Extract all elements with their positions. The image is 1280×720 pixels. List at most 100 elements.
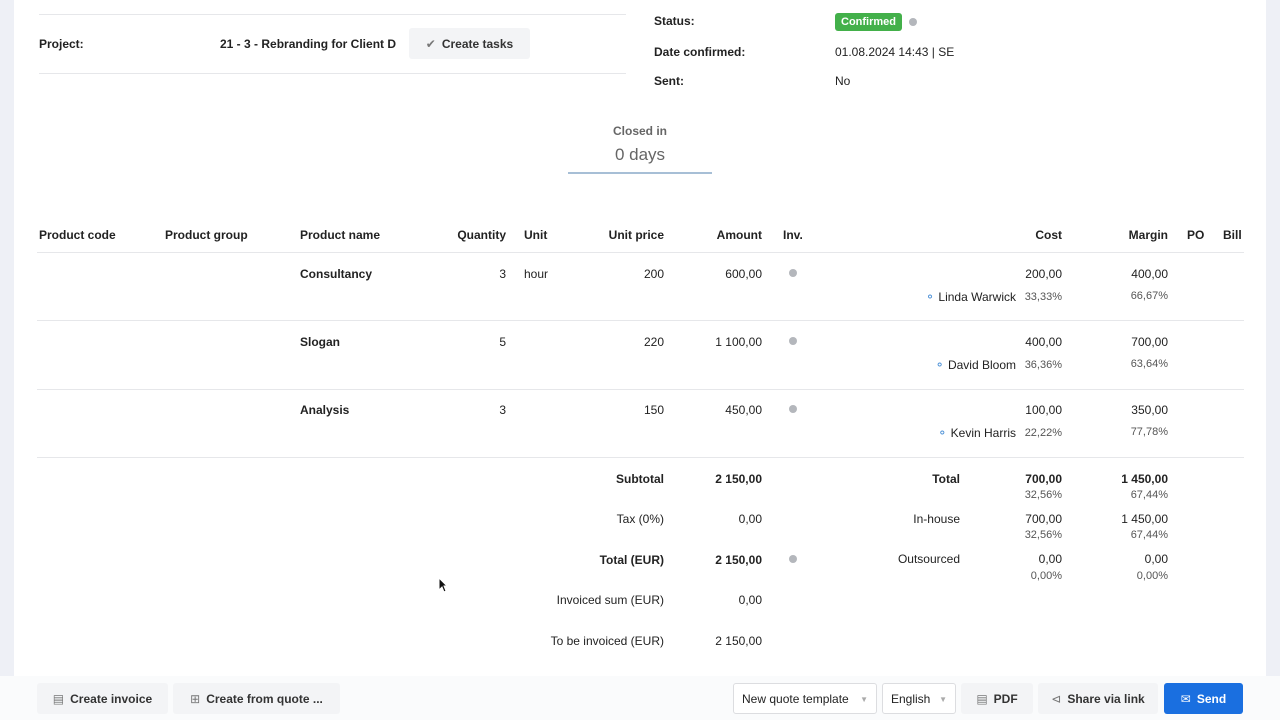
quantity: 3: [499, 267, 506, 281]
assignee[interactable]: ⚬ Linda Warwick: [900, 290, 1016, 304]
closed-in-label: Closed in: [612, 124, 667, 138]
cost-percent: 36,36%: [1024, 359, 1062, 371]
total-value: 2 150,00: [715, 553, 762, 567]
margin: 700,00: [1131, 335, 1168, 349]
outsourced-margin-percent: 0,00%: [1136, 570, 1168, 582]
send-button[interactable]: ✉ Send: [1164, 683, 1243, 714]
divider: [37, 457, 1244, 458]
total-status-icon: [789, 555, 797, 563]
outsourced-cost: 0,00: [1038, 552, 1062, 566]
closed-in-underline: [568, 172, 712, 174]
product-name: Analysis: [300, 403, 350, 417]
share-icon: ⊲: [1051, 691, 1062, 706]
status-badge: Confirmed: [835, 13, 902, 31]
date-confirmed-value: 01.08.2024 14:43 | SE: [835, 45, 955, 59]
invoiced-sum-label: Invoiced sum (EUR): [556, 593, 664, 607]
cost: 400,00: [1025, 335, 1062, 349]
to-be-invoiced-label: To be invoiced (EUR): [550, 634, 664, 648]
col-quantity[interactable]: Quantity: [440, 228, 506, 242]
quantity: 5: [499, 335, 506, 349]
quantity: 3: [499, 403, 506, 417]
divider: [37, 320, 1244, 321]
total-cost-percent: 32,56%: [1024, 489, 1062, 501]
sent-value: No: [835, 74, 851, 88]
share-label: Share via link: [1067, 691, 1145, 706]
divider: [37, 389, 1244, 390]
product-name: Slogan: [300, 335, 341, 349]
col-amount[interactable]: Amount: [690, 228, 762, 242]
invoiced-status-icon: [789, 405, 797, 413]
divider: [39, 14, 626, 15]
pdf-icon: ▤: [976, 691, 988, 706]
outsourced-margin: 0,00: [1144, 552, 1168, 566]
chevron-down-icon: ▼: [939, 695, 947, 704]
create-tasks-label: Create tasks: [441, 36, 514, 51]
tax-value: 0,00: [738, 512, 762, 526]
mouse-cursor-icon: [438, 577, 448, 593]
closed-in-value: 0 days: [614, 145, 666, 164]
col-product-name[interactable]: Product name: [300, 228, 380, 242]
invoice-icon: ▤: [52, 691, 65, 706]
quote-template-value: New quote template: [742, 691, 849, 706]
total-label: Total (EUR): [599, 553, 664, 567]
cost-percent: 33,33%: [1024, 291, 1062, 303]
subtotal-label: Subtotal: [616, 472, 664, 486]
status-label: Status:: [654, 14, 695, 28]
create-from-quote-label: Create from quote ...: [206, 691, 323, 706]
inhouse-margin: 1 450,00: [1121, 512, 1168, 526]
col-product-group[interactable]: Product group: [165, 228, 248, 242]
create-tasks-button[interactable]: ✔ Create tasks: [409, 28, 530, 59]
invoiced-status-icon: [789, 337, 797, 345]
unit-price: 200: [643, 267, 664, 281]
margin-percent: 77,78%: [1130, 426, 1168, 438]
envelope-icon: ✉: [1180, 691, 1191, 706]
amount: 450,00: [725, 403, 762, 417]
total-margin-percent: 67,44%: [1130, 489, 1168, 501]
tasks-check-icon: ✔: [425, 36, 436, 51]
outsourced-cost-percent: 0,00%: [1030, 570, 1062, 582]
margin-percent: 63,64%: [1130, 358, 1168, 370]
tax-label: Tax (0%): [616, 512, 664, 526]
product-name: Consultancy: [300, 267, 373, 281]
margin: 350,00: [1131, 403, 1168, 417]
col-product-code[interactable]: Product code: [39, 228, 116, 242]
margin: 400,00: [1131, 267, 1168, 281]
person-icon: ⚬: [925, 290, 936, 304]
col-invoiced[interactable]: Inv.: [783, 228, 803, 242]
pdf-label: PDF: [993, 691, 1018, 706]
date-confirmed-label: Date confirmed:: [654, 45, 746, 59]
col-unit-price[interactable]: Unit price: [584, 228, 664, 242]
person-icon: ⚬: [934, 358, 945, 372]
create-invoice-label: Create invoice: [70, 691, 153, 706]
subtotal-value: 2 150,00: [715, 472, 762, 486]
col-margin[interactable]: Margin: [1096, 228, 1168, 242]
col-po[interactable]: PO: [1187, 228, 1204, 242]
amount: 600,00: [725, 267, 762, 281]
assignee[interactable]: ⚬ Kevin Harris: [900, 426, 1016, 440]
chevron-down-icon: ▼: [860, 695, 868, 704]
inhouse-label: In-house: [913, 512, 960, 526]
quote-template-select[interactable]: New quote template ▼: [733, 683, 877, 714]
invoiced-status-icon: [789, 269, 797, 277]
language-value: English: [891, 691, 931, 706]
invoiced-sum-value: 0,00: [738, 593, 762, 607]
share-via-link-button[interactable]: ⊲ Share via link: [1038, 683, 1158, 714]
unit-price: 220: [643, 335, 664, 349]
amount: 1 100,00: [715, 335, 762, 349]
margin-percent: 66,67%: [1130, 290, 1168, 302]
total-margin-value: 1 450,00: [1121, 472, 1168, 486]
plus-square-icon: ⊞: [190, 691, 201, 706]
unit: hour: [524, 267, 549, 281]
total-cost-value: 700,00: [1025, 472, 1062, 486]
to-be-invoiced-value: 2 150,00: [715, 634, 762, 648]
inhouse-cost-percent: 32,56%: [1024, 529, 1062, 541]
pdf-button[interactable]: ▤ PDF: [961, 683, 1033, 714]
col-unit[interactable]: Unit: [524, 228, 547, 242]
col-cost[interactable]: Cost: [990, 228, 1062, 242]
language-select[interactable]: English ▼: [882, 683, 956, 714]
create-from-quote-button[interactable]: ⊞ Create from quote ...: [173, 683, 340, 714]
create-invoice-button[interactable]: ▤ Create invoice: [37, 683, 168, 714]
outsourced-label: Outsourced: [897, 552, 960, 566]
col-bill[interactable]: Bill: [1223, 228, 1242, 242]
assignee[interactable]: ⚬ David Bloom: [900, 358, 1016, 372]
